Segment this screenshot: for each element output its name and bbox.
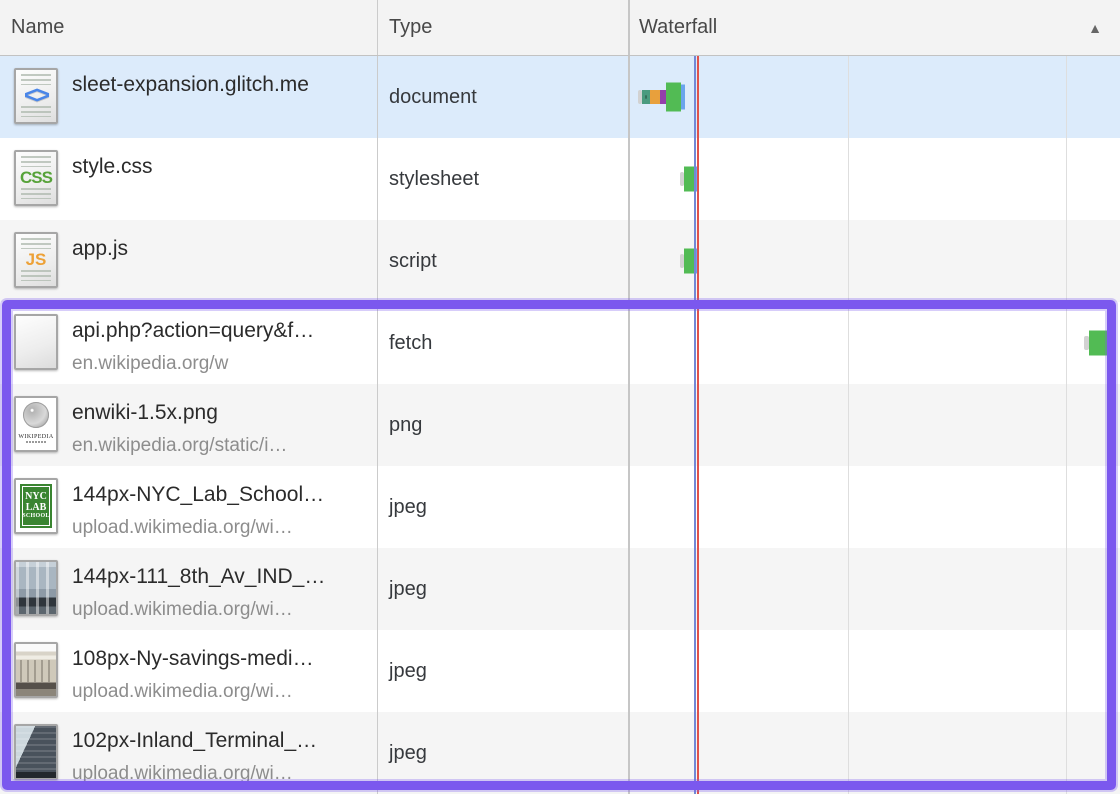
waterfall-bar-download: [681, 85, 685, 110]
file-icon-glyph: <>: [16, 70, 56, 122]
waterfall-bar-dns: [642, 90, 650, 104]
annotation-highlight-border: [2, 300, 1116, 790]
request-type: script: [378, 220, 630, 302]
column-header-name-label: Name: [11, 16, 64, 39]
request-name-cell: JS app.js: [0, 220, 378, 302]
waterfall-cell: [630, 138, 1120, 220]
network-request-table: Name Type Waterfall ▲ <> sleet-expansion…: [0, 0, 1120, 794]
script-file-icon: JS: [14, 232, 58, 288]
column-header-name[interactable]: Name: [0, 0, 378, 55]
waterfall-cell: [630, 220, 1120, 302]
file-icon-glyph: JS: [16, 234, 56, 286]
table-header: Name Type Waterfall ▲: [0, 0, 1120, 56]
waterfall-bar-connect: [650, 90, 660, 104]
file-icon-glyph: CSS: [16, 152, 56, 204]
waterfall-bar-wait: [666, 83, 681, 112]
request-name-cell: CSS style.css: [0, 138, 378, 220]
request-type: stylesheet: [378, 138, 630, 220]
waterfall-cell: [630, 56, 1120, 138]
stylesheet-file-icon: CSS: [14, 150, 58, 206]
request-type: document: [378, 56, 630, 138]
column-header-waterfall[interactable]: Waterfall ▲: [630, 0, 1120, 55]
column-header-type-label: Type: [389, 16, 432, 39]
request-row[interactable]: JS app.js script: [0, 220, 1120, 302]
request-row[interactable]: CSS style.css stylesheet: [0, 138, 1120, 220]
column-header-type[interactable]: Type: [378, 0, 630, 55]
sort-ascending-icon[interactable]: ▲: [1088, 20, 1102, 36]
column-header-waterfall-label: Waterfall: [639, 16, 717, 39]
request-name-cell: <> sleet-expansion.glitch.me: [0, 56, 378, 138]
request-row[interactable]: <> sleet-expansion.glitch.me document: [0, 56, 1120, 138]
document-file-icon: <>: [14, 68, 58, 124]
request-name: style.css: [72, 154, 371, 180]
request-name: sleet-expansion.glitch.me: [72, 72, 371, 98]
request-name: app.js: [72, 236, 371, 262]
